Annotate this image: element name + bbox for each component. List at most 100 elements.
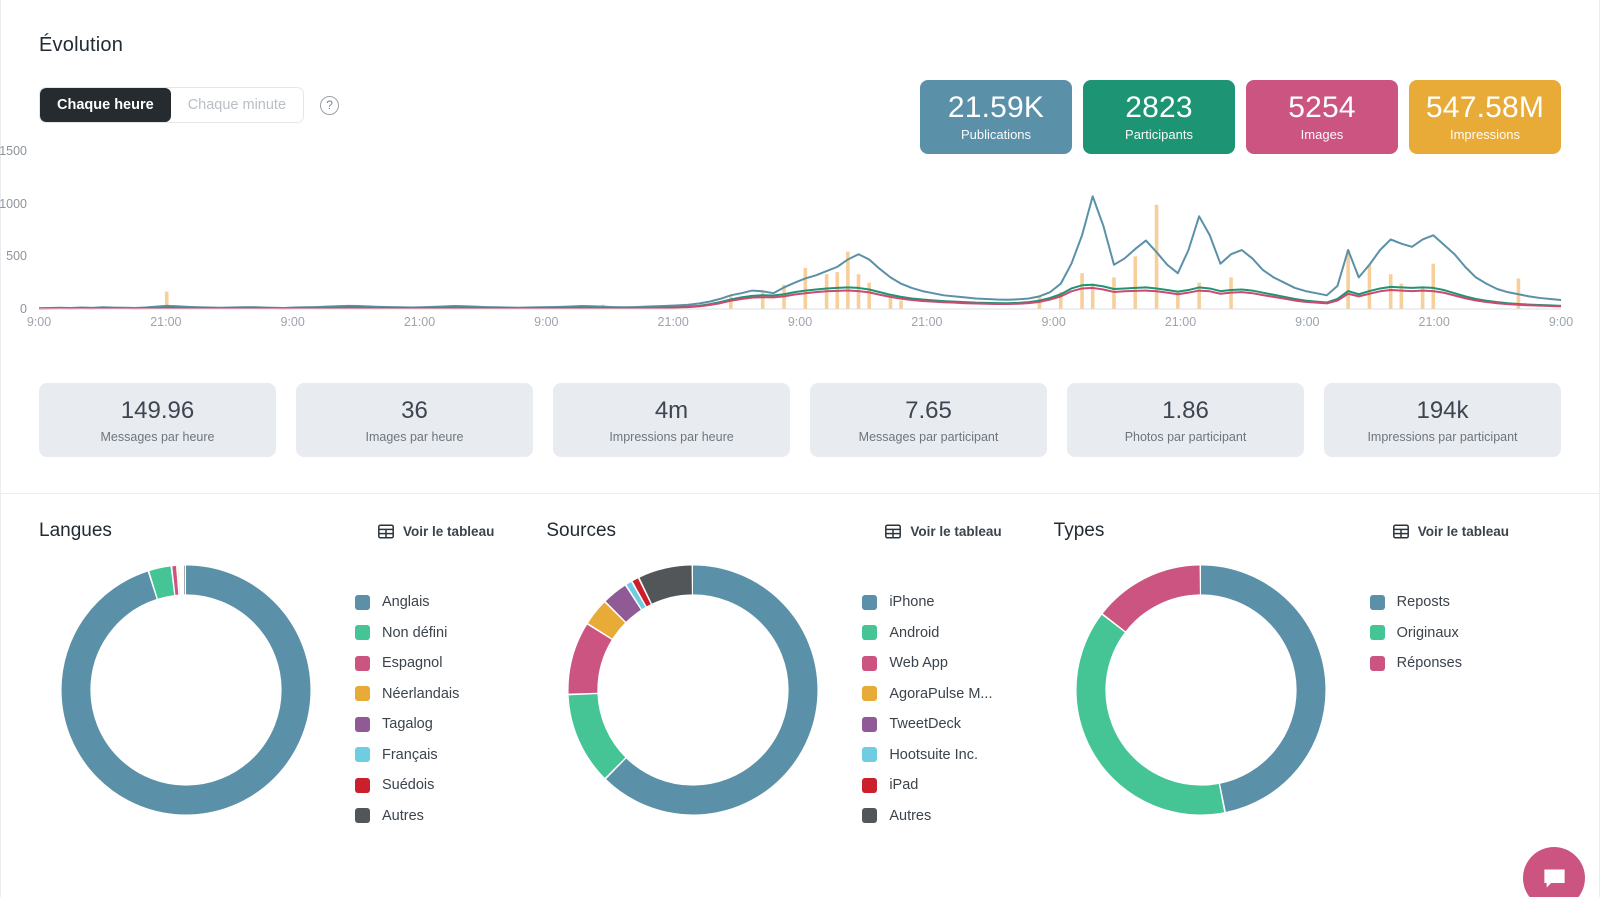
stat-value: 36 <box>401 396 428 424</box>
chart-bar <box>899 300 903 309</box>
legend-label: Néerlandais <box>382 685 460 702</box>
legend-item[interactable]: Espagnol <box>355 648 459 679</box>
x-tick-label: 9:00 <box>534 315 559 329</box>
kpi-label: Publications <box>960 127 1032 143</box>
legend-item[interactable]: Suédois <box>355 770 459 801</box>
legend-item[interactable]: Non défini <box>355 618 459 649</box>
chart-bar <box>1431 263 1436 309</box>
kpi-card-publications[interactable]: 21.59K Publications <box>920 80 1072 154</box>
donut-panel-sources: Sources Voir le tableau iPhone Android Web A… <box>546 520 1053 831</box>
table-icon <box>885 523 902 539</box>
legend-label: Reposts <box>1396 594 1450 611</box>
legend-item[interactable]: Web App <box>862 648 992 679</box>
chart-line-participants <box>39 285 1561 309</box>
legend-item[interactable]: Originaux <box>1369 618 1462 649</box>
x-tick-label: 9:00 <box>1041 315 1066 329</box>
tab-chaque-minute[interactable]: Chaque minute <box>170 88 304 122</box>
legend-item[interactable]: Tagalog <box>355 709 459 740</box>
chart-bar <box>867 282 871 309</box>
stat-tile: 7.65 Messages par participant <box>810 383 1047 457</box>
legend-label: Hootsuite Inc. <box>889 746 978 763</box>
kpi-card-images[interactable]: 5254 Images <box>1246 80 1398 154</box>
legend-item[interactable]: Autres <box>355 801 459 832</box>
granularity-segmented-control[interactable]: Chaque heure Chaque minute <box>39 87 305 123</box>
view-table-label: Voir le tableau <box>403 523 495 539</box>
donut-slice[interactable] <box>568 565 818 815</box>
legend-label: Tagalog <box>382 716 433 733</box>
legend-label: Espagnol <box>382 655 443 672</box>
x-tick-label: 21:00 <box>1164 315 1197 329</box>
legend-swatch <box>355 686 370 702</box>
legend-item[interactable]: Français <box>355 740 459 771</box>
x-tick-label: 21:00 <box>150 315 182 329</box>
tab-chaque-heure[interactable]: Chaque heure <box>40 88 171 122</box>
chat-bubble-icon[interactable] <box>1523 847 1585 897</box>
legend-swatch <box>862 625 878 641</box>
legend-item[interactable]: iPhone <box>862 587 992 618</box>
x-tick-label: 21:00 <box>657 315 689 329</box>
kpi-label: Images <box>1300 127 1344 143</box>
kpi-label: Impressions <box>1449 127 1521 143</box>
stat-value: 4m <box>654 396 689 424</box>
question-circle-icon[interactable]: ? <box>320 95 340 115</box>
donut-slice[interactable] <box>61 565 311 815</box>
view-table-button[interactable]: Voir le tableau <box>885 523 1002 539</box>
donut-chart <box>568 565 818 815</box>
legend-swatch <box>355 625 370 641</box>
donut-header: Langues Voir le tableau <box>39 520 546 542</box>
x-tick-label: 9:00 <box>1548 315 1574 329</box>
legend-label: Autres <box>382 807 424 824</box>
legend-item[interactable]: iPad <box>862 770 992 801</box>
stat-tile: 194k Impressions par participant <box>1324 383 1561 457</box>
x-tick-label: 9:00 <box>787 315 813 329</box>
stat-tile: 36 Images par heure <box>296 383 533 457</box>
analytics-page: Évolution Chaque heure Chaque minute ? 2… <box>0 0 1600 897</box>
legend-item[interactable]: Anglais <box>355 587 459 618</box>
chart-bar <box>760 290 765 309</box>
view-table-button[interactable]: Voir le tableau <box>1392 523 1509 539</box>
stat-tile: 1.86 Photos par participant <box>1067 383 1304 457</box>
legend-label: iPad <box>889 777 919 794</box>
legend-item[interactable]: Reposts <box>1369 587 1462 618</box>
legend-swatch <box>1369 655 1385 671</box>
x-tick-label: 9:00 <box>1295 315 1320 329</box>
legend-item[interactable]: Autres <box>862 801 992 832</box>
view-table-button[interactable]: Voir le tableau <box>378 524 494 539</box>
legend-label: Français <box>382 746 438 763</box>
donut-header: Sources Voir le tableau <box>546 520 1053 542</box>
legend-label: Anglais <box>382 594 430 611</box>
legend-item[interactable]: AgoraPulse M... <box>862 679 993 710</box>
stat-tile: 149.96 Messages par heure <box>39 383 276 457</box>
legend-label: Autres <box>889 807 932 824</box>
x-tick-label: 21:00 <box>403 315 436 329</box>
stat-tile: 4m Impressions par heure <box>553 383 790 457</box>
chart-bar <box>888 297 893 309</box>
stat-value: 194k <box>1416 396 1469 424</box>
x-tick-label: 9:00 <box>280 315 305 329</box>
kpi-value: 21.59K <box>947 90 1045 124</box>
donut-title: Sources <box>546 520 617 541</box>
legend-swatch <box>1369 625 1385 641</box>
legend-item[interactable]: Réponses <box>1369 648 1462 679</box>
stat-label: Messages par participant <box>858 429 999 444</box>
donut-chart <box>61 565 311 815</box>
legend-item[interactable]: Android <box>862 618 992 649</box>
kpi-card-participants[interactable]: 2823 Participants <box>1083 80 1235 154</box>
legend-swatch <box>862 747 878 763</box>
stat-value: 149.96 <box>120 396 195 424</box>
view-table-label: Voir le tableau <box>910 523 1002 539</box>
x-tick-label: 9:00 <box>26 315 52 329</box>
chart-bar <box>1388 274 1393 309</box>
legend-item[interactable]: Hootsuite Inc. <box>862 740 992 771</box>
legend-item[interactable]: TweetDeck <box>862 709 992 740</box>
evolution-line-chart <box>39 145 1561 313</box>
table-icon <box>1392 523 1409 539</box>
legend-item[interactable]: Néerlandais <box>355 679 459 710</box>
legend-swatch <box>355 716 370 732</box>
chart-bar <box>803 267 808 309</box>
donut-body: Anglais Non défini Espagnol Néerlandais Taga… <box>39 559 546 831</box>
stat-value: 1.86 <box>1162 396 1209 424</box>
chat-bubble-glyph <box>1543 869 1565 887</box>
donut-body: Reposts Originaux Réponses <box>1054 559 1561 821</box>
kpi-card-impressions[interactable]: 547.58M Impressions <box>1409 80 1561 154</box>
